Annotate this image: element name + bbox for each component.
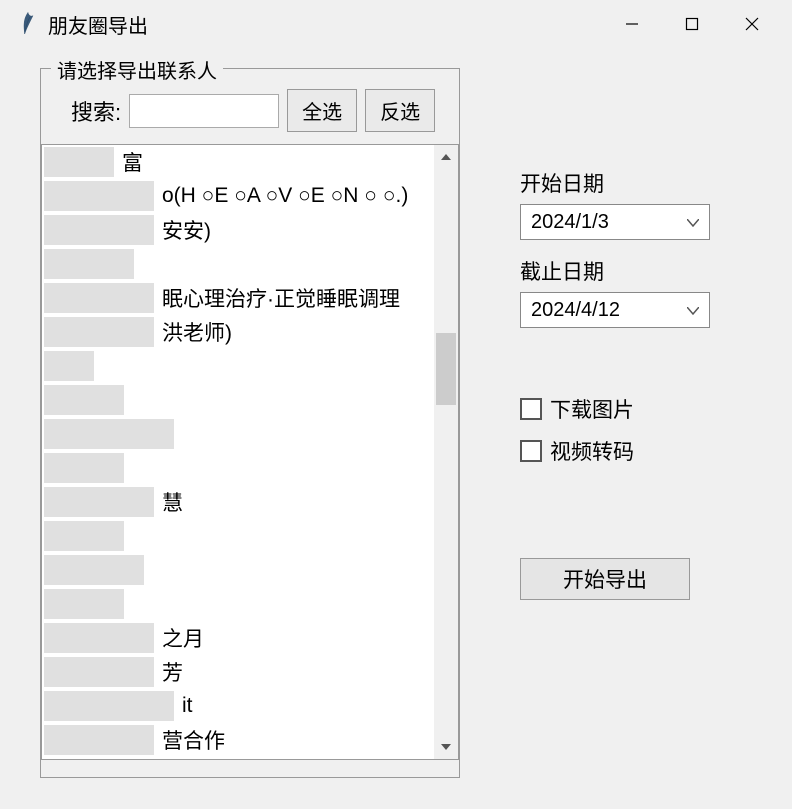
list-item[interactable] [42, 247, 434, 281]
invert-selection-button[interactable]: 反选 [365, 89, 435, 132]
download-images-label: 下载图片 [550, 394, 634, 424]
redacted-block [44, 215, 154, 245]
redacted-block [44, 657, 154, 687]
redacted-block [44, 487, 154, 517]
redacted-block [44, 521, 124, 551]
scrollbar[interactable] [434, 145, 458, 759]
list-item[interactable] [42, 519, 434, 553]
list-item[interactable]: 洪老师) [42, 315, 434, 349]
video-transcode-checkbox[interactable] [520, 440, 542, 462]
chevron-down-icon [687, 302, 699, 318]
download-images-row[interactable]: 下载图片 [520, 394, 730, 424]
close-icon [744, 16, 760, 32]
redacted-block [44, 759, 154, 760]
list-item[interactable] [42, 587, 434, 621]
chevron-up-icon [441, 154, 451, 160]
redacted-block [44, 351, 94, 381]
list-item[interactable] [42, 451, 434, 485]
window-controls [602, 0, 782, 48]
fieldset-legend: 请选择导出联系人 [51, 55, 223, 84]
list-item[interactable]: 安安) [42, 213, 434, 247]
scroll-up-arrow[interactable] [434, 145, 458, 169]
list-item[interactable] [42, 417, 434, 451]
maximize-button[interactable] [662, 0, 722, 48]
minimize-icon [625, 17, 639, 31]
list-item[interactable]: 芳 [42, 655, 434, 689]
redacted-block [44, 555, 144, 585]
list-item[interactable]: 营合作 [42, 723, 434, 757]
list-item[interactable]: 锦一) [42, 757, 434, 760]
content-area: 请选择导出联系人 搜索: 全选 反选 富o(H ○E ○A ○V ○E ○N ○… [0, 48, 792, 798]
window-title: 朋友圈导出 [48, 10, 602, 39]
redacted-block [44, 691, 174, 721]
contacts-panel: 请选择导出联系人 搜索: 全选 反选 富o(H ○E ○A ○V ○E ○N ○… [40, 68, 460, 778]
start-export-button[interactable]: 开始导出 [520, 558, 690, 600]
redacted-block [44, 419, 174, 449]
start-date-value: 2024/1/3 [531, 211, 609, 234]
list-item[interactable] [42, 383, 434, 417]
redacted-block [44, 623, 154, 653]
list-item[interactable]: 眠心理治疗·正觉睡眠调理 [42, 281, 434, 315]
list-item[interactable]: o(H ○E ○A ○V ○E ○N ○ ○.) [42, 179, 434, 213]
select-all-button[interactable]: 全选 [287, 89, 357, 132]
redacted-block [44, 249, 134, 279]
list-item[interactable]: it [42, 689, 434, 723]
redacted-block [44, 283, 154, 313]
redacted-block [44, 589, 124, 619]
end-date-picker[interactable]: 2024/4/12 [520, 292, 710, 328]
app-window: 朋友圈导出 请选择导出联系人 搜索: 全选 反选 [0, 0, 792, 809]
end-date-value: 2024/4/12 [531, 299, 620, 322]
redacted-block [44, 453, 124, 483]
chevron-down-icon [441, 744, 451, 750]
list-body: 富o(H ○E ○A ○V ○E ○N ○ ○.)安安) 眠心理治疗·正觉睡眠调理… [42, 145, 434, 759]
list-item[interactable]: 之月 [42, 621, 434, 655]
scroll-down-arrow[interactable] [434, 735, 458, 759]
list-item-label: 锦一) [50, 759, 211, 760]
redacted-block [44, 147, 114, 177]
minimize-button[interactable] [602, 0, 662, 48]
start-date-picker[interactable]: 2024/1/3 [520, 204, 710, 240]
video-transcode-label: 视频转码 [550, 436, 634, 466]
scroll-thumb[interactable] [436, 333, 456, 405]
options-panel: 开始日期 2024/1/3 截止日期 2024/4/12 下载图片 [520, 68, 730, 778]
search-label: 搜索: [53, 95, 121, 127]
list-item[interactable]: 富 [42, 145, 434, 179]
redacted-block [44, 385, 124, 415]
video-transcode-row[interactable]: 视频转码 [520, 436, 730, 466]
titlebar: 朋友圈导出 [0, 0, 792, 48]
list-item[interactable] [42, 349, 434, 383]
download-images-checkbox[interactable] [520, 398, 542, 420]
close-button[interactable] [722, 0, 782, 48]
redacted-block [44, 317, 154, 347]
list-item[interactable] [42, 553, 434, 587]
search-row: 搜索: 全选 反选 [53, 89, 447, 132]
end-date-label: 截止日期 [520, 256, 730, 286]
search-input[interactable] [129, 94, 279, 128]
list-item[interactable]: 慧 [42, 485, 434, 519]
redacted-block [44, 181, 154, 211]
redacted-block [44, 725, 154, 755]
contact-list[interactable]: 富o(H ○E ○A ○V ○E ○N ○ ○.)安安) 眠心理治疗·正觉睡眠调理… [41, 144, 459, 760]
maximize-icon [685, 17, 699, 31]
feather-icon [18, 10, 38, 38]
start-date-label: 开始日期 [520, 168, 730, 198]
contacts-fieldset: 请选择导出联系人 搜索: 全选 反选 富o(H ○E ○A ○V ○E ○N ○… [40, 68, 460, 778]
chevron-down-icon [687, 214, 699, 230]
